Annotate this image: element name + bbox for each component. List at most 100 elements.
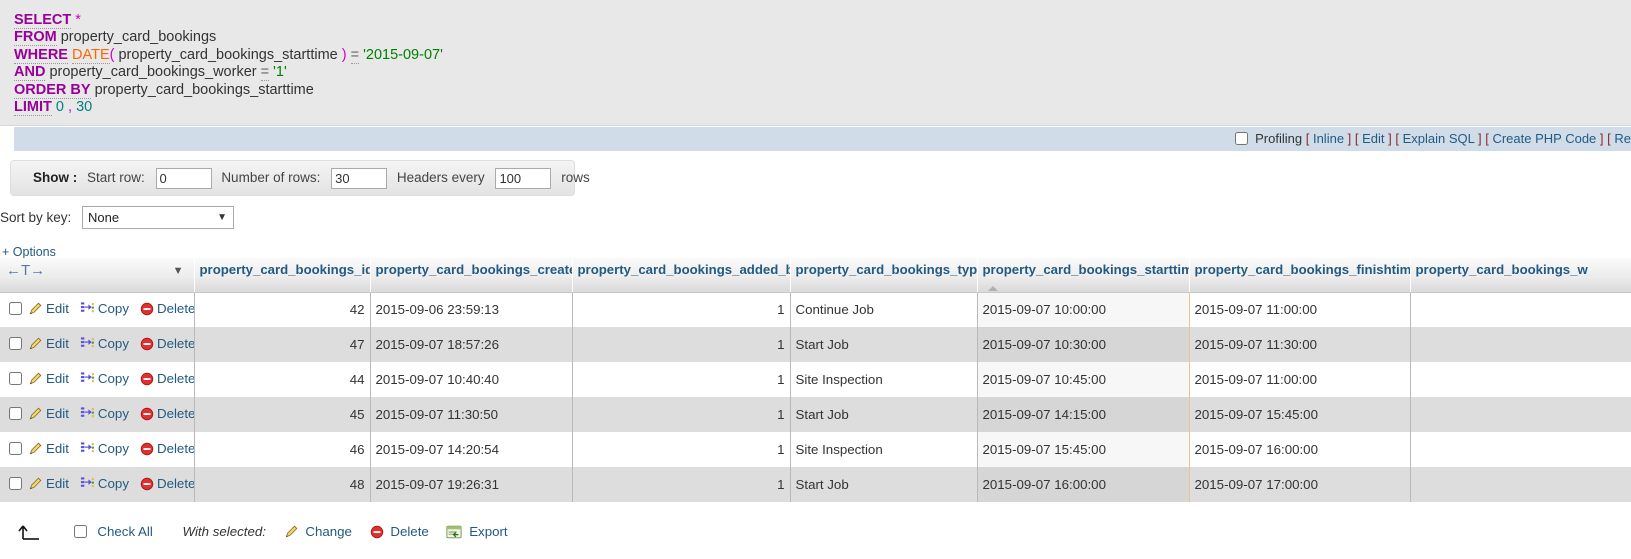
copy-row-link[interactable]: Copy — [98, 371, 129, 386]
explain-sql-link[interactable]: Explain SQL — [1403, 131, 1475, 146]
cell-type[interactable]: Site Inspection — [790, 362, 978, 397]
edit-row-link[interactable]: Edit — [46, 406, 69, 421]
edit-query-link[interactable]: Edit — [1362, 131, 1384, 146]
cell-id[interactable]: 44 — [194, 362, 371, 397]
row-select-checkbox[interactable] — [9, 336, 22, 350]
table-row[interactable]: Edit Copy Delete 42 2015-09-06 23:59:13 1 Cont… — [0, 292, 1631, 327]
cell-finishtime[interactable]: 2015-09-07 11:00:00 — [1189, 292, 1411, 327]
edit-row-link[interactable]: Edit — [46, 301, 69, 316]
cell-type[interactable]: Start Job — [790, 467, 978, 502]
cell-finishtime[interactable]: 2015-09-07 11:00:00 — [1189, 362, 1411, 397]
cell-added-by[interactable]: 1 — [572, 397, 791, 432]
edit-row-link[interactable]: Edit — [46, 441, 69, 456]
cell-type[interactable]: Site Inspection — [790, 432, 978, 467]
column-header-worker[interactable]: property_card_bookings_w — [1410, 258, 1631, 293]
cell-finishtime[interactable]: 2015-09-07 16:00:00 — [1189, 432, 1411, 467]
row-select-checkbox[interactable] — [9, 476, 22, 490]
cell-added-by[interactable]: 1 — [572, 467, 791, 502]
delete-row-link[interactable]: Delete — [157, 476, 193, 491]
cell-worker[interactable] — [1410, 327, 1631, 362]
table-row[interactable]: Edit Copy Delete 44 2015-09-07 10:40:40 1 Site… — [0, 362, 1631, 397]
nav-arrows-icon[interactable]: ←T→ — [6, 262, 45, 279]
cell-type[interactable]: Continue Job — [790, 292, 978, 327]
cell-worker[interactable] — [1410, 432, 1631, 467]
inline-link[interactable]: Inline — [1313, 131, 1344, 146]
row-select-checkbox[interactable] — [9, 406, 22, 420]
column-header-created[interactable]: property_card_bookings_created — [370, 258, 573, 293]
start-row-input[interactable] — [155, 167, 212, 189]
table-row[interactable]: Edit Copy Delete 45 2015-09-07 11:30:50 1 Star… — [0, 397, 1631, 432]
copy-row-link[interactable]: Copy — [98, 336, 129, 351]
delete-button[interactable]: Delete — [390, 524, 428, 539]
chevron-down-icon[interactable]: ▼ — [173, 265, 184, 277]
cell-starttime[interactable]: 2015-09-07 14:15:00 — [977, 397, 1190, 432]
delete-row-link[interactable]: Delete — [157, 441, 193, 456]
column-header-nav[interactable]: ←T→ ▼ — [0, 258, 195, 293]
cell-created[interactable]: 2015-09-07 11:30:50 — [370, 397, 573, 432]
cell-type[interactable]: Start Job — [790, 397, 978, 432]
cell-worker[interactable] — [1410, 467, 1631, 502]
table-row[interactable]: Edit Copy Delete 48 2015-09-07 19:26:31 1 Star… — [0, 467, 1631, 502]
sort-by-key-select[interactable]: None ▼ — [82, 206, 235, 229]
row-select-checkbox[interactable] — [9, 371, 22, 385]
cell-type[interactable]: Start Job — [790, 327, 978, 362]
delete-row-link[interactable]: Delete — [157, 301, 193, 316]
table-row[interactable]: Edit Copy Delete 47 2015-09-07 18:57:26 1 Star… — [0, 327, 1631, 362]
copy-row-link[interactable]: Copy — [98, 441, 129, 456]
number-of-rows-input[interactable] — [331, 167, 388, 189]
cell-added-by[interactable]: 1 — [572, 432, 791, 467]
refresh-link[interactable]: Re — [1614, 131, 1631, 146]
column-header-starttime[interactable]: property_card_bookings_starttime — [977, 258, 1190, 293]
export-button[interactable]: Export — [469, 524, 507, 539]
table-row[interactable]: Edit Copy Delete 46 2015-09-07 14:20:54 1 Site… — [0, 432, 1631, 467]
cell-starttime[interactable]: 2015-09-07 10:00:00 — [977, 292, 1190, 327]
options-toggle-link[interactable]: + Options — [2, 245, 56, 259]
copy-row-link[interactable]: Copy — [98, 476, 129, 491]
edit-row-link[interactable]: Edit — [46, 476, 69, 491]
column-header-id[interactable]: property_card_bookings_id — [194, 258, 371, 293]
cell-finishtime[interactable]: 2015-09-07 11:30:00 — [1189, 327, 1411, 362]
cell-created[interactable]: 2015-09-07 19:26:31 — [370, 467, 573, 502]
column-header-finishtime[interactable]: property_card_bookings_finishtime — [1189, 258, 1411, 293]
cell-id[interactable]: 47 — [194, 327, 371, 362]
cell-id[interactable]: 45 — [194, 397, 371, 432]
cell-worker[interactable] — [1410, 397, 1631, 432]
change-button[interactable]: Change — [305, 524, 352, 539]
cell-created[interactable]: 2015-09-06 23:59:13 — [370, 292, 573, 327]
cell-starttime[interactable]: 2015-09-07 10:30:00 — [977, 327, 1190, 362]
sql-query-text[interactable]: SELECT * FROM property_card_bookings WHE… — [14, 12, 443, 117]
cell-starttime[interactable]: 2015-09-07 15:45:00 — [977, 432, 1190, 467]
row-select-checkbox[interactable] — [9, 301, 22, 315]
cell-created[interactable]: 2015-09-07 14:20:54 — [370, 432, 573, 467]
edit-row-link[interactable]: Edit — [46, 371, 69, 386]
edit-row-link[interactable]: Edit — [46, 336, 69, 351]
delete-row-link[interactable]: Delete — [157, 336, 193, 351]
cell-starttime[interactable]: 2015-09-07 16:00:00 — [977, 467, 1190, 502]
delete-row-link[interactable]: Delete — [157, 371, 193, 386]
cell-created[interactable]: 2015-09-07 18:57:26 — [370, 327, 573, 362]
cell-id[interactable]: 42 — [194, 292, 371, 327]
cell-id[interactable]: 48 — [194, 467, 371, 502]
row-select-checkbox[interactable] — [9, 441, 22, 455]
cell-finishtime[interactable]: 2015-09-07 15:45:00 — [1189, 397, 1411, 432]
check-all-checkbox[interactable] — [73, 525, 87, 538]
check-all-label[interactable]: Check All — [97, 524, 152, 539]
create-php-code-link[interactable]: Create PHP Code — [1492, 131, 1596, 146]
cell-worker[interactable] — [1410, 292, 1631, 327]
headers-every-input[interactable] — [495, 167, 552, 189]
cell-worker[interactable] — [1410, 362, 1631, 397]
cell-added-by[interactable]: 1 — [572, 292, 791, 327]
cell-finishtime[interactable]: 2015-09-07 17:00:00 — [1189, 467, 1411, 502]
copy-row-link[interactable]: Copy — [98, 406, 129, 421]
column-header-added-by[interactable]: property_card_bookings_added_by — [572, 258, 791, 293]
profiling-checkbox[interactable] — [1234, 132, 1248, 145]
cell-added-by[interactable]: 1 — [572, 327, 791, 362]
cell-added-by[interactable]: 1 — [572, 362, 791, 397]
copy-row-link[interactable]: Copy — [98, 301, 129, 316]
cell-id[interactable]: 46 — [194, 432, 371, 467]
column-header-type[interactable]: property_card_bookings_type — [790, 258, 978, 293]
delete-row-link[interactable]: Delete — [157, 406, 193, 421]
cell-starttime[interactable]: 2015-09-07 10:45:00 — [977, 362, 1190, 397]
arrow-up-with-bar-icon[interactable] — [14, 515, 44, 559]
cell-created[interactable]: 2015-09-07 10:40:40 — [370, 362, 573, 397]
